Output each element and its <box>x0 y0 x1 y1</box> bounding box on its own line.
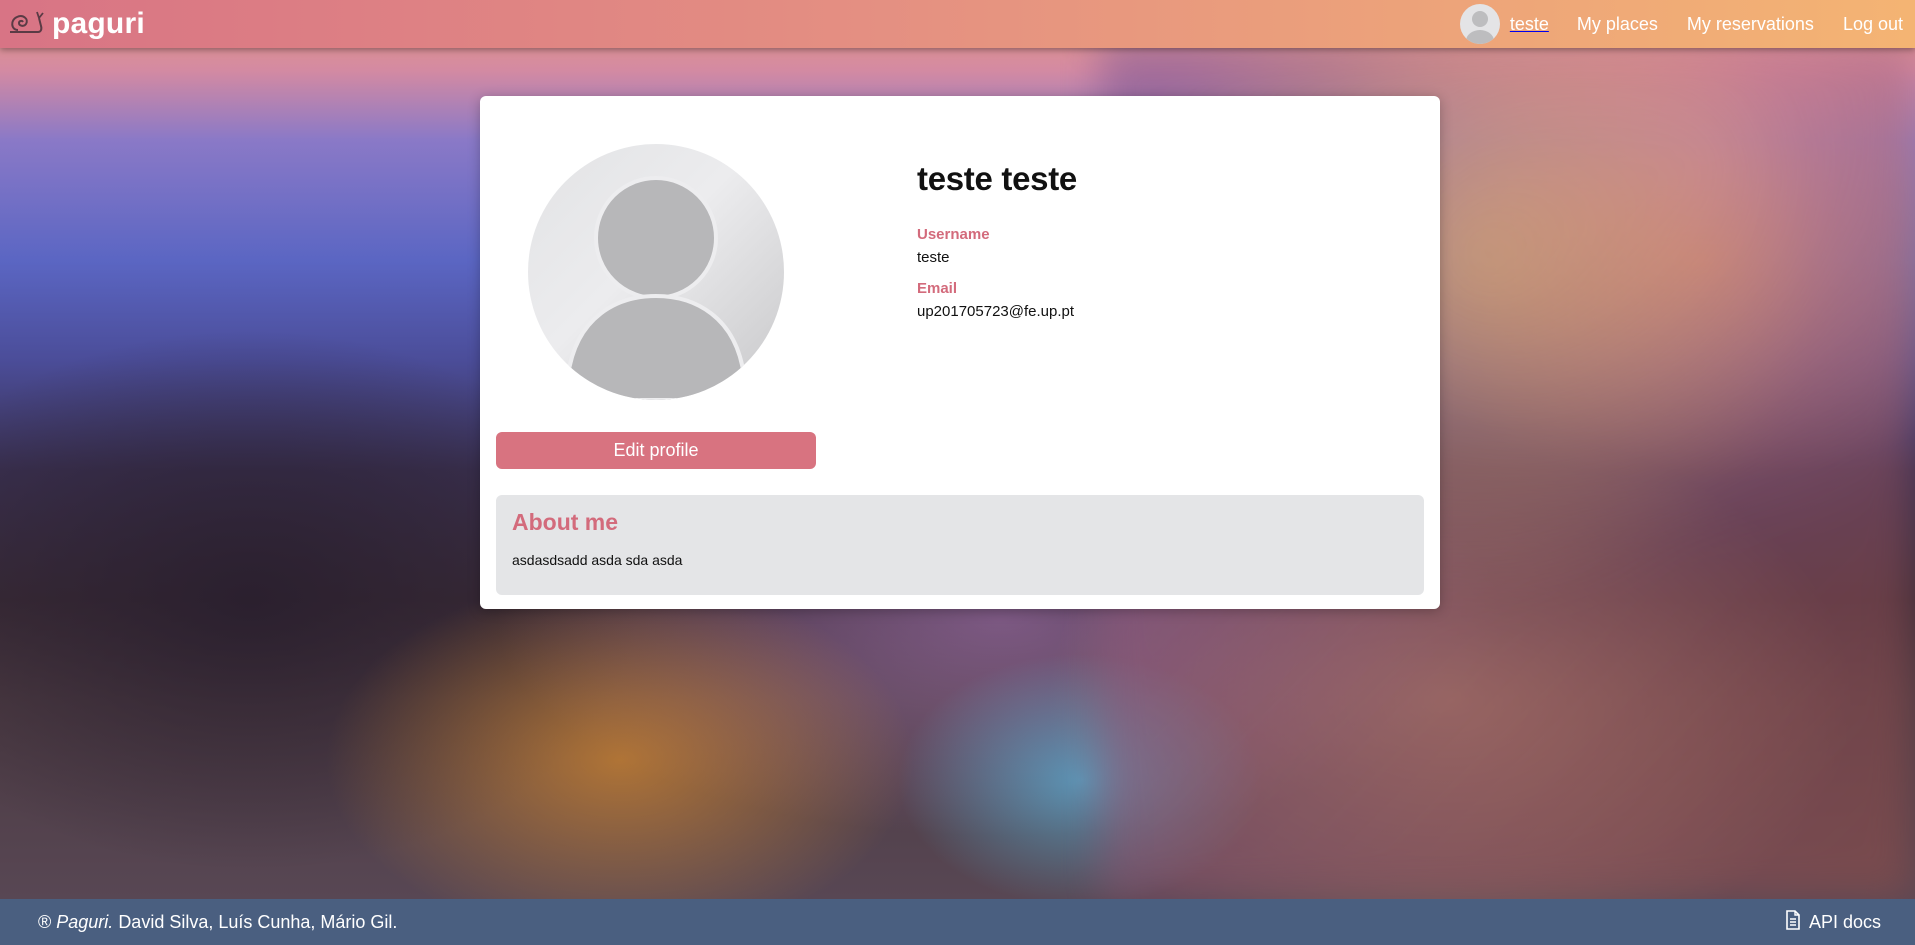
snail-icon <box>8 8 46 41</box>
profile-avatar <box>528 144 784 400</box>
username-label: Username <box>917 226 990 243</box>
nav-log-out[interactable]: Log out <box>1843 14 1903 35</box>
page-footer: ® Paguri. David Silva, Luís Cunha, Mário… <box>0 899 1915 945</box>
nav-my-reservations[interactable]: My reservations <box>1687 14 1814 35</box>
profile-card: Edit profile teste teste Username teste … <box>480 96 1440 609</box>
user-name-link: teste <box>1509 13 1549 34</box>
main-nav: teste My places My reservations Log out <box>1459 4 1903 44</box>
about-me-title: About me <box>512 509 619 535</box>
brand-name: paguri <box>52 7 145 40</box>
footer-authors: David Silva, Luís Cunha, Mário Gil. <box>118 911 398 932</box>
api-docs-label: API docs <box>1808 911 1881 932</box>
top-navbar: paguri teste My places My reservations L… <box>0 0 1915 48</box>
user-menu[interactable]: teste <box>1459 4 1549 44</box>
edit-profile-button[interactable]: Edit profile <box>496 432 816 469</box>
profile-details: teste teste Username teste Email up20170… <box>917 160 1077 320</box>
document-icon <box>1785 909 1801 935</box>
api-docs-link[interactable]: API docs <box>1785 909 1881 935</box>
username-value: teste <box>917 249 950 266</box>
user-avatar <box>1459 4 1500 44</box>
footer-brand: Paguri. <box>56 911 114 932</box>
profile-full-name: teste teste <box>917 160 1077 197</box>
nav-my-places[interactable]: My places <box>1577 14 1658 35</box>
email-value: up201705723@fe.up.pt <box>917 303 1075 320</box>
footer-credits: ® Paguri. David Silva, Luís Cunha, Mário… <box>38 912 397 933</box>
brand-link[interactable]: paguri <box>8 7 145 41</box>
about-me-text: asdasdsadd asda sda asda <box>512 552 683 568</box>
email-label: Email <box>917 280 958 297</box>
about-me-section: About me asdasdsadd asda sda asda <box>496 495 1424 595</box>
registered-symbol: ® <box>38 911 52 932</box>
